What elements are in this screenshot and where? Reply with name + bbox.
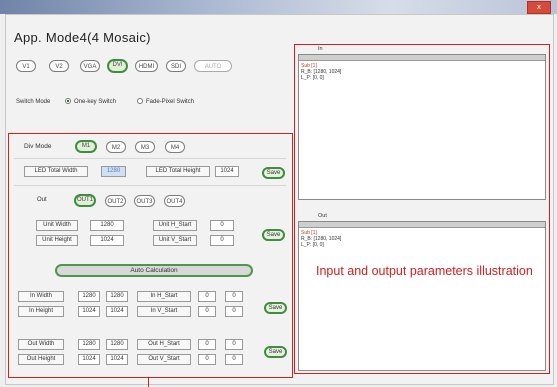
fade-pixel-switch-radio[interactable]: Fade-Pixel Switch bbox=[137, 98, 194, 105]
in-preview-panel: Sub [1] R_B: [1280, 1024] L_P: [0, 0] bbox=[298, 54, 546, 200]
in-vstart-label: In V_Start bbox=[137, 306, 191, 317]
out3-button[interactable]: OUT3 bbox=[134, 195, 155, 207]
out-hstart-value[interactable]: 0 bbox=[225, 339, 243, 350]
out-height-input[interactable]: 1024 bbox=[78, 354, 100, 365]
annotation-caption: Input and output parameters illustration bbox=[316, 264, 533, 278]
unit-width-label: Unit Width bbox=[36, 220, 78, 231]
switch-mode-label: Switch Mode bbox=[16, 99, 51, 105]
annotation-pointer bbox=[148, 378, 149, 387]
in-panel-row: L_P: [0, 0] bbox=[301, 75, 324, 81]
radio-unchecked-icon bbox=[137, 98, 143, 104]
out-panel-heading: Out bbox=[318, 213, 327, 219]
unit-height-input[interactable]: 1024 bbox=[90, 235, 124, 246]
out1-button[interactable]: OUT1 bbox=[74, 194, 96, 207]
out-hstart-label: Out H_Start bbox=[137, 339, 191, 350]
in-panel-header-bar bbox=[299, 55, 545, 61]
input-v2-button[interactable]: V2 bbox=[49, 60, 69, 72]
out-params-save-button[interactable]: Save bbox=[264, 346, 287, 358]
in-hstart-input[interactable]: 0 bbox=[198, 291, 216, 302]
out-preview-panel: Sub [1] R_B: [1280, 1024] L_P: [0, 0] bbox=[298, 221, 546, 371]
out-height-label: Out Height bbox=[18, 354, 64, 365]
out-panel-row: L_P: [0, 0] bbox=[301, 242, 324, 248]
led-total-height-label: LED Total Height bbox=[146, 166, 210, 177]
out-height-value[interactable]: 1024 bbox=[106, 354, 128, 365]
div-mode-m4-button[interactable]: M4 bbox=[165, 141, 185, 153]
in-vstart-input[interactable]: 0 bbox=[198, 306, 216, 317]
close-button[interactable]: x bbox=[527, 1, 551, 14]
led-total-width-label: LED Total Width bbox=[24, 166, 88, 177]
input-auto-button[interactable]: AUTO bbox=[194, 60, 232, 72]
unit-hstart-input[interactable]: 0 bbox=[210, 220, 234, 231]
in-panel-heading: In bbox=[318, 46, 323, 52]
unit-hstart-label: Unit H_Start bbox=[153, 220, 197, 231]
in-width-input[interactable]: 1280 bbox=[78, 291, 100, 302]
in-vstart-value[interactable]: 0 bbox=[225, 306, 243, 317]
radio-checked-icon bbox=[65, 98, 71, 104]
title-bar bbox=[0, 0, 557, 14]
div-mode-label: Div Mode bbox=[24, 143, 52, 150]
in-width-label: In Width bbox=[18, 291, 64, 302]
div-mode-m3-button[interactable]: M3 bbox=[135, 141, 155, 153]
screenshot-root: x App. Mode4(4 Mosaic) V1 V2 VGA DVI HDM… bbox=[0, 0, 557, 387]
one-key-switch-label: One-key Switch bbox=[74, 99, 117, 105]
in-hstart-label: In H_Start bbox=[137, 291, 191, 302]
in-hstart-value[interactable]: 0 bbox=[225, 291, 243, 302]
input-hdmi-button[interactable]: HDMI bbox=[135, 60, 158, 72]
out-width-label: Out Width bbox=[18, 339, 64, 350]
led-total-width-input[interactable]: 1280 bbox=[101, 166, 126, 177]
led-total-height-input[interactable]: 1024 bbox=[215, 166, 239, 177]
page-title: App. Mode4(4 Mosaic) bbox=[14, 30, 151, 45]
one-key-switch-radio[interactable]: One-key Switch bbox=[65, 98, 116, 105]
out-hstart-input[interactable]: 0 bbox=[198, 339, 216, 350]
in-params-save-button[interactable]: Save bbox=[264, 302, 287, 314]
in-height-value[interactable]: 1024 bbox=[106, 306, 128, 317]
input-sdi-button[interactable]: SDI bbox=[166, 60, 186, 72]
input-v1-button[interactable]: V1 bbox=[16, 60, 36, 72]
unit-width-input[interactable]: 1280 bbox=[90, 220, 124, 231]
out-vstart-input[interactable]: 0 bbox=[198, 354, 216, 365]
divider bbox=[14, 158, 286, 159]
in-height-input[interactable]: 1024 bbox=[78, 306, 100, 317]
out2-button[interactable]: OUT2 bbox=[105, 195, 126, 207]
out4-button[interactable]: OUT4 bbox=[164, 195, 185, 207]
input-dvi-button[interactable]: DVI bbox=[107, 59, 128, 73]
divider bbox=[14, 185, 286, 186]
out-vstart-label: Out V_Start bbox=[137, 354, 191, 365]
unit-save-button[interactable]: Save bbox=[262, 229, 285, 241]
out-label: Out bbox=[37, 197, 47, 203]
fade-pixel-switch-label: Fade-Pixel Switch bbox=[146, 99, 195, 105]
unit-vstart-label: Unit V_Start bbox=[153, 235, 197, 246]
unit-vstart-input[interactable]: 0 bbox=[210, 235, 234, 246]
div-mode-m2-button[interactable]: M2 bbox=[106, 141, 126, 153]
out-width-value[interactable]: 1280 bbox=[106, 339, 128, 350]
div-mode-m1-button[interactable]: M1 bbox=[75, 140, 97, 153]
unit-height-label: Unit Height bbox=[36, 235, 78, 246]
in-height-label: In Height bbox=[18, 306, 64, 317]
led-total-save-button[interactable]: Save bbox=[262, 167, 285, 179]
auto-calculation-button[interactable]: Auto Calculation bbox=[55, 264, 253, 277]
out-width-input[interactable]: 1280 bbox=[78, 339, 100, 350]
out-vstart-value[interactable]: 0 bbox=[225, 354, 243, 365]
out-panel-header-bar bbox=[299, 222, 545, 228]
input-vga-button[interactable]: VGA bbox=[80, 60, 100, 72]
in-width-value[interactable]: 1280 bbox=[106, 291, 128, 302]
